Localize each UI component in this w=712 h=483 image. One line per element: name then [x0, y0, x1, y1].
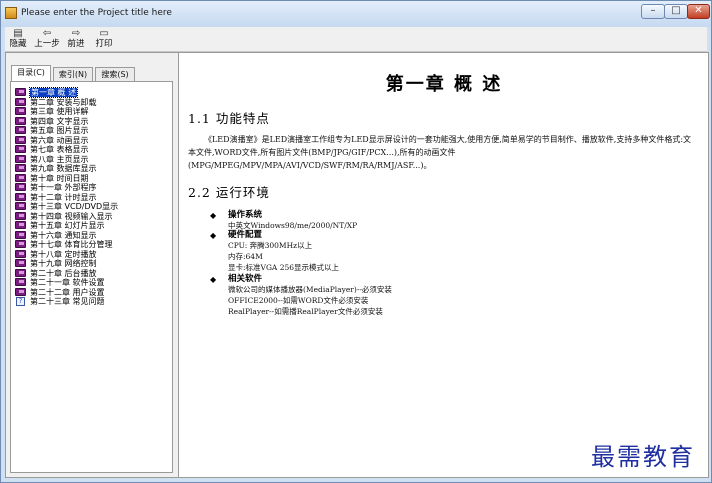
- bullet-detail: OFFICE2000--如需WORD文件必须安装: [228, 296, 369, 305]
- book-icon: [15, 287, 26, 296]
- printer-icon: ▭: [99, 28, 109, 39]
- watermark-text: 最需教育: [591, 443, 695, 471]
- navigation-pane: 目录(C) 索引(N) 搜索(S) 第一章 概 述 第二章 安装与卸载 第三章 …: [6, 53, 179, 477]
- book-icon: [15, 145, 26, 153]
- bullet-detail: 微软公司的媒体播放器(MediaPlayer)--必须安装: [228, 285, 392, 294]
- window-title: Please enter the Project title here: [21, 8, 172, 18]
- print-label: 打印: [95, 39, 113, 49]
- tab-contents[interactable]: 目录(C): [11, 65, 51, 81]
- section-paragraph: 《LED演播室》是LED演播室工作组专为LED显示屏设计的一套功能强大,使用方便…: [188, 133, 698, 172]
- book-icon: [15, 126, 26, 134]
- arrow-left-icon: ⇦: [42, 28, 52, 39]
- book-icon: [15, 202, 26, 210]
- diamond-bullet-icon: ◆: [210, 275, 217, 284]
- book-icon: [15, 211, 26, 220]
- minimize-button[interactable]: –: [641, 4, 665, 19]
- bullet-detail: 内存:64M: [228, 252, 263, 261]
- book-icon: [15, 154, 26, 163]
- bullet-title: 硬件配置: [228, 230, 263, 240]
- bullet-detail: 中英文Windows98/me/2000/NT/XP: [228, 221, 358, 230]
- diamond-bullet-icon: ◆: [210, 231, 217, 240]
- bullet-detail: CPU: 奔腾300MHz以上: [228, 241, 313, 250]
- back-label: 上一步: [34, 39, 60, 49]
- book-icon: [15, 230, 26, 239]
- close-button[interactable]: ✕: [687, 4, 710, 19]
- book-icon: [15, 88, 26, 96]
- help-window: Please enter the Project title here – □ …: [0, 0, 712, 483]
- bullet-title: 相关软件: [228, 274, 263, 284]
- book-icon: [15, 116, 26, 125]
- toc-tree: 第一章 概 述 第二章 安装与卸载 第三章 使用详解 第四章 文字显示 第五章 …: [10, 81, 173, 473]
- back-button[interactable]: ⇦ 上一步: [32, 28, 62, 50]
- book-icon: [15, 107, 26, 115]
- book-icon: [15, 268, 26, 277]
- diamond-bullet-icon: ◆: [210, 211, 217, 220]
- book-icon: [15, 278, 26, 286]
- arrow-right-icon: ⇨: [71, 28, 81, 39]
- section-heading: 1.1 功能特点: [188, 111, 270, 126]
- hide-icon: ▤: [13, 28, 23, 39]
- toolbar: ▤ 隐藏 ⇦ 上一步 ⇨ 前进 ▭ 打印: [5, 27, 707, 52]
- paragraph-text: 《LED演播室》是LED演播室工作组专为LED显示屏设计的一套功能强大,使用方便…: [188, 135, 692, 170]
- section-heading: 2.2 运行环境: [188, 185, 270, 200]
- hide-label: 隐藏: [9, 39, 27, 49]
- forward-label: 前进: [67, 39, 85, 49]
- content-pane: 第一章 概 述 1.1 功能特点 《LED演播室》是LED演播室工作组专为LED…: [180, 53, 708, 477]
- book-icon: [15, 135, 26, 144]
- book-icon: [15, 97, 26, 106]
- app-icon: [5, 7, 17, 19]
- title-bar[interactable]: Please enter the Project title here – □ …: [1, 1, 711, 27]
- book-icon: [15, 221, 26, 229]
- book-icon: [15, 259, 26, 267]
- hide-button[interactable]: ▤ 隐藏: [7, 28, 29, 50]
- forward-button[interactable]: ⇨ 前进: [65, 28, 87, 50]
- nav-tabs: 目录(C) 索引(N) 搜索(S): [11, 65, 176, 81]
- book-icon: [15, 192, 26, 201]
- tab-search[interactable]: 搜索(S): [95, 67, 135, 81]
- bullet-title: 操作系统: [228, 210, 263, 220]
- tab-index[interactable]: 索引(N): [53, 67, 93, 81]
- book-icon: [15, 240, 26, 248]
- question-page-icon: ?: [16, 297, 25, 306]
- bullet-detail: 显卡:标准VGA 256显示模式以上: [228, 263, 340, 272]
- client-area: 目录(C) 索引(N) 搜索(S) 第一章 概 述 第二章 安装与卸载 第三章 …: [5, 52, 709, 478]
- book-icon: [15, 183, 26, 191]
- print-button[interactable]: ▭ 打印: [93, 28, 115, 50]
- maximize-button[interactable]: □: [664, 4, 688, 19]
- book-icon: [15, 173, 26, 182]
- bullet-detail: RealPlayer--如需播RealPlayer文件必须安装: [228, 307, 383, 316]
- chapter-title: 第一章 概 述: [385, 74, 503, 95]
- book-icon: [15, 249, 26, 258]
- book-icon: [15, 164, 26, 172]
